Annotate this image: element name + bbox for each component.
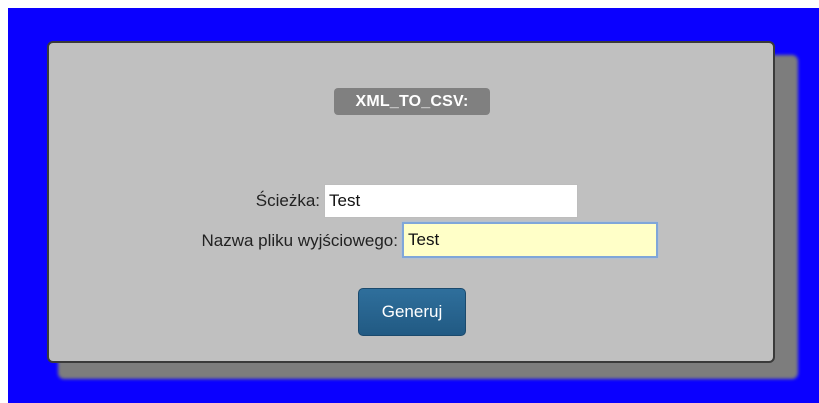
- form-title: XML_TO_CSV:: [334, 88, 490, 115]
- generate-button[interactable]: Generuj: [358, 288, 466, 336]
- path-label: Ścieżka:: [255, 191, 320, 210]
- output-filename-input[interactable]: [402, 222, 658, 258]
- output-filename-label: Nazwa pliku wyjściowego:: [201, 231, 398, 250]
- path-input[interactable]: [324, 184, 578, 218]
